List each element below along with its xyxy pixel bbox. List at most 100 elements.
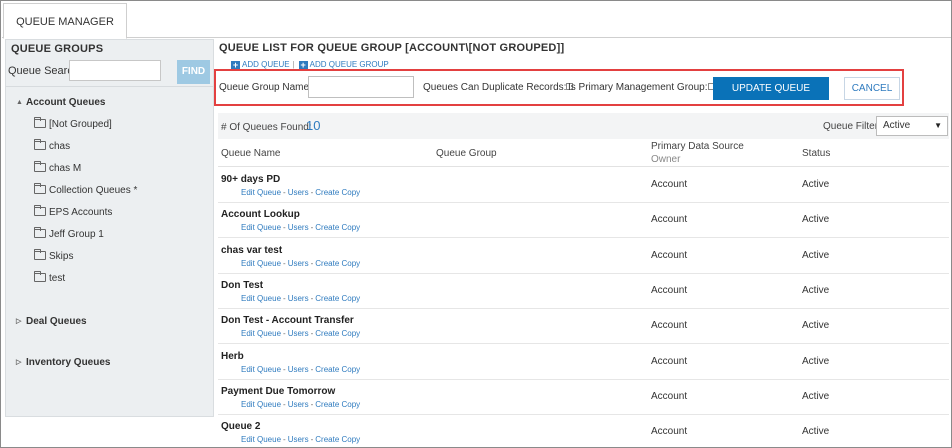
add-queue-group-link[interactable]: ADD QUEUE GROUP (310, 60, 389, 69)
tree-item-jeff-group-1[interactable]: Jeff Group 1 (34, 227, 104, 240)
table-row[interactable]: Queue 2 Edit Queue - Users - Create Copy Accou… (218, 415, 949, 448)
col-queue-group[interactable]: Queue Group (436, 148, 497, 159)
action-separator: - (283, 258, 286, 268)
create-copy-link[interactable]: Create Copy (315, 259, 360, 268)
row-actions: Edit Queue - Users - Create Copy (241, 223, 360, 232)
queue-name: Queue 2 (221, 421, 261, 433)
create-copy-link[interactable]: Create Copy (315, 223, 360, 232)
queue-status: Active (802, 355, 830, 367)
table-header: Queue Name Queue Group Primary Data Sour… (218, 140, 949, 167)
edit-queue-link[interactable]: Edit Queue (241, 400, 281, 409)
queue-search-input[interactable] (69, 60, 161, 81)
expand-arrow-icon[interactable]: ▲ (16, 99, 26, 106)
tree-item-collection-queues[interactable]: Collection Queues * (34, 183, 138, 196)
edit-queue-link[interactable]: Edit Queue (241, 329, 281, 338)
table-row[interactable]: Don Test Edit Queue - Users - Create Copy Acco… (218, 274, 949, 309)
tree-item-chas[interactable]: chas (34, 139, 71, 152)
sidebar-title: QUEUE GROUPS (11, 43, 104, 55)
create-copy-link[interactable]: Create Copy (315, 365, 360, 374)
table-row[interactable]: chas var test Edit Queue - Users - Create Cop… (218, 239, 949, 274)
primary-data-source: Account (651, 426, 688, 438)
tree-item-not-grouped[interactable]: [Not Grouped] (34, 117, 112, 130)
tree-group-deal-queues[interactable]: ▷ Deal Queues (16, 316, 87, 327)
expand-arrow-icon[interactable]: ▷ (16, 317, 26, 325)
create-copy-link[interactable]: Create Copy (315, 294, 360, 303)
action-separator: - (310, 223, 314, 233)
users-link[interactable]: Users (288, 435, 309, 444)
row-actions: Edit Queue - Users - Create Copy (241, 400, 360, 409)
users-link[interactable]: Users (288, 365, 309, 374)
edit-queue-link[interactable]: Edit Queue (241, 365, 281, 374)
create-copy-link[interactable]: Create Copy (315, 400, 360, 409)
tree-item-label: chas M (49, 163, 82, 174)
create-copy-link[interactable]: Create Copy (315, 188, 360, 197)
tree-item-label: test (49, 273, 66, 284)
tree-item-chas-m[interactable]: chas M (34, 161, 82, 174)
tree-item-label: chas (49, 141, 71, 152)
users-link[interactable]: Users (288, 294, 309, 303)
users-link[interactable]: Users (288, 259, 309, 268)
queue-filter-select[interactable]: Active ▼ (876, 116, 948, 136)
primary-data-source: Account (651, 390, 688, 402)
primary-group-label: Is Primary Management Group: (568, 82, 715, 93)
action-separator: - (283, 188, 286, 197)
edit-queue-link[interactable]: Edit Queue (241, 294, 281, 303)
table-row[interactable]: Don Test - Account Transfer Edit Queue - Us… (218, 309, 949, 345)
add-queue-link[interactable]: ADD QUEUE (242, 60, 290, 69)
primary-data-source: Account (651, 355, 688, 367)
edit-queue-link[interactable]: Edit Queue (241, 435, 281, 444)
action-separator: - (283, 435, 286, 445)
table-row[interactable]: Herb Edit Queue - Users - Create Copy Account A… (218, 345, 949, 380)
queue-group-name-input[interactable] (308, 76, 414, 98)
tab-queue-manager-list[interactable]: QUEUE MANAGER LIST (3, 3, 127, 64)
link-separator: | (292, 60, 295, 69)
action-separator: - (310, 399, 314, 409)
folder-icon (34, 227, 46, 238)
tree-item-eps-accounts[interactable]: EPS Accounts (34, 205, 112, 218)
queue-name: chas var test (221, 244, 283, 256)
tree-group-account-queues[interactable]: ▲ Account Queues (16, 97, 105, 108)
action-separator: - (310, 364, 314, 374)
queue-name: Account Lookup (221, 209, 300, 221)
tree-item-skips[interactable]: Skips (34, 249, 73, 262)
users-link[interactable]: Users (288, 329, 309, 338)
create-copy-link[interactable]: Create Copy (315, 435, 360, 444)
col-status[interactable]: Status (802, 148, 830, 159)
app-window: QUEUE MANAGER LIST QUEUE GROUPS Queue Se… (0, 0, 952, 448)
action-separator: - (283, 364, 286, 374)
table-row[interactable]: 90+ days PD Edit Queue - Users - Create Copy A… (218, 168, 949, 203)
users-link[interactable]: Users (288, 223, 309, 232)
queue-name: Herb (221, 350, 244, 362)
col-queue-name[interactable]: Queue Name (221, 148, 280, 159)
tree-item-test[interactable]: test (34, 271, 66, 284)
queue-name: Don Test (221, 279, 264, 291)
edit-queue-link[interactable]: Edit Queue (241, 188, 281, 197)
queue-name: 90+ days PD (221, 174, 281, 185)
find-button[interactable]: FIND (177, 60, 210, 84)
edit-queue-link[interactable]: Edit Queue (241, 223, 281, 232)
queues-found-bar: # Of Queues Found: 10 Queue Filter: Acti… (218, 113, 949, 139)
users-link[interactable]: Users (288, 188, 309, 197)
create-copy-link[interactable]: Create Copy (315, 329, 360, 338)
users-link[interactable]: Users (288, 400, 309, 409)
tree-group-inventory-queues[interactable]: ▷ Inventory Queues (16, 357, 110, 368)
chevron-down-icon: ▼ (934, 121, 942, 130)
row-actions: Edit Queue - Users - Create Copy (241, 435, 360, 444)
duplicate-records-label: Queues Can Duplicate Records: (423, 82, 574, 93)
queue-status: Active (802, 390, 830, 402)
col-owner[interactable]: Owner (651, 154, 680, 165)
tree-item-label: Collection Queues * (49, 185, 138, 196)
col-primary-data-source[interactable]: Primary Data Source (651, 141, 744, 152)
update-queue-group-button[interactable]: UPDATE QUEUE GROUP (713, 77, 829, 117)
edit-queue-link[interactable]: Edit Queue (241, 259, 281, 268)
table-row[interactable]: Payment Due Tomorrow Edit Queue - Users - Cre… (218, 380, 949, 415)
row-actions: Edit Queue - Users - Create Copy (241, 365, 360, 374)
expand-arrow-icon[interactable]: ▷ (16, 358, 26, 366)
action-separator: - (310, 293, 314, 303)
action-separator: - (310, 188, 314, 197)
tab-strip: QUEUE MANAGER LIST (2, 2, 951, 64)
cancel-button[interactable]: CANCEL (844, 77, 900, 100)
table-row[interactable]: Account Lookup Edit Queue - Users - Create Co… (218, 203, 949, 239)
sidebar-divider (6, 86, 213, 87)
queue-status: Active (802, 249, 830, 261)
